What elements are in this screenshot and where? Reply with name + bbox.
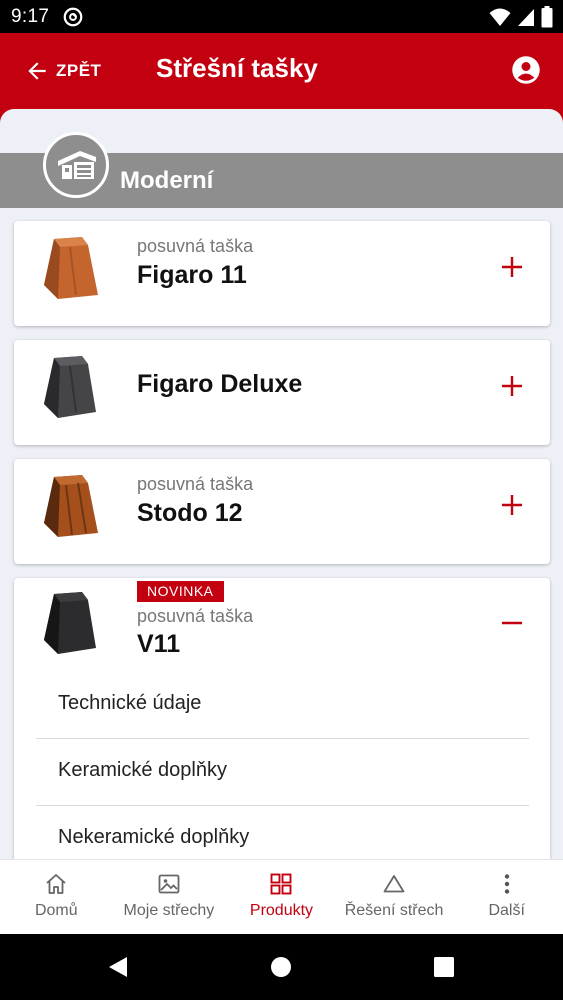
- status-bar: 9:17: [0, 0, 563, 33]
- roof-tile-image: [44, 356, 96, 418]
- back-label: ZPĚT: [56, 61, 102, 80]
- sub-item-non-ceramic-accessories[interactable]: Nekeramické doplňky: [36, 806, 529, 859]
- expand-plus-icon[interactable]: [500, 255, 524, 279]
- back-triangle-icon[interactable]: [107, 956, 129, 978]
- nav-label: Produkty: [249, 902, 314, 919]
- product-subtitle: posuvná taška: [137, 236, 254, 256]
- arrow-back-icon: [28, 62, 46, 80]
- battery-icon: [541, 6, 553, 28]
- home-circle-icon[interactable]: [270, 956, 292, 978]
- nav-item-my-roofs[interactable]: Moje střechy: [113, 860, 226, 934]
- recents-square-icon[interactable]: [433, 956, 455, 978]
- triangle-icon: [383, 875, 405, 893]
- nav-item-roof-solutions[interactable]: Řešení střech: [338, 860, 451, 934]
- nav-label: Řešení střech: [344, 902, 444, 919]
- sub-item-ceramic-accessories[interactable]: Keramické doplňky: [36, 739, 529, 806]
- page-title: Střešní tašky: [156, 53, 318, 83]
- product-name: V11: [137, 630, 181, 658]
- nav-item-more[interactable]: Další: [450, 860, 563, 934]
- sync-icon: [63, 7, 83, 27]
- product-subtitle: posuvná taška: [137, 474, 254, 494]
- product-card-v11[interactable]: NOVINKA posuvná taška V11 Technické údaj…: [14, 578, 550, 859]
- house-icon: [58, 151, 96, 179]
- status-time: 9:17: [11, 6, 50, 27]
- new-badge: NOVINKA: [137, 581, 224, 602]
- content-area: Moderní posuvná taška Figaro 11 Figaro D…: [0, 109, 563, 859]
- back-button[interactable]: ZPĚT: [24, 55, 101, 87]
- product-card-stodo-12[interactable]: posuvná taška Stodo 12: [14, 459, 550, 564]
- signal-icon: [518, 9, 534, 26]
- category-title: Moderní: [120, 167, 214, 194]
- home-icon: [46, 874, 66, 894]
- nav-item-home[interactable]: Domů: [0, 860, 113, 934]
- product-name: Figaro Deluxe: [137, 370, 303, 398]
- expand-plus-icon[interactable]: [500, 374, 524, 398]
- nav-label: Další: [488, 902, 525, 919]
- product-card-figaro-11[interactable]: posuvná taška Figaro 11: [14, 221, 550, 326]
- sub-item-label: Technické údaje: [58, 692, 202, 714]
- nav-label: Domů: [34, 902, 78, 919]
- grid-icon: [271, 873, 292, 895]
- product-name: Stodo 12: [137, 499, 243, 527]
- nav-label: Moje střechy: [123, 902, 215, 919]
- sub-item-label: Nekeramické doplňky: [58, 826, 250, 848]
- collapse-minus-icon[interactable]: [500, 611, 524, 635]
- category-icon-circle: [43, 132, 109, 198]
- nav-item-products[interactable]: Produkty: [225, 860, 338, 934]
- bottom-navigation: Domů Moje střechy Produkty Řešení střech…: [0, 859, 563, 934]
- product-name: Figaro 11: [137, 261, 247, 289]
- account-icon[interactable]: [511, 55, 541, 85]
- product-subtitle: posuvná taška: [137, 606, 254, 626]
- more-vert-icon: [504, 874, 509, 894]
- app-bar: ZPĚT Střešní tašky: [0, 33, 563, 109]
- system-navigation-bar: [0, 934, 563, 1000]
- expand-plus-icon[interactable]: [500, 493, 524, 517]
- roof-tile-image: [44, 592, 96, 654]
- wifi-icon: [489, 8, 511, 26]
- roof-tile-image: [44, 475, 98, 537]
- sub-item-label: Keramické doplňky: [58, 759, 227, 781]
- product-card-figaro-deluxe[interactable]: Figaro Deluxe: [14, 340, 550, 445]
- sub-item-technical-data[interactable]: Technické údaje: [36, 672, 529, 739]
- roof-tile-image: [44, 237, 98, 299]
- image-icon: [158, 874, 180, 894]
